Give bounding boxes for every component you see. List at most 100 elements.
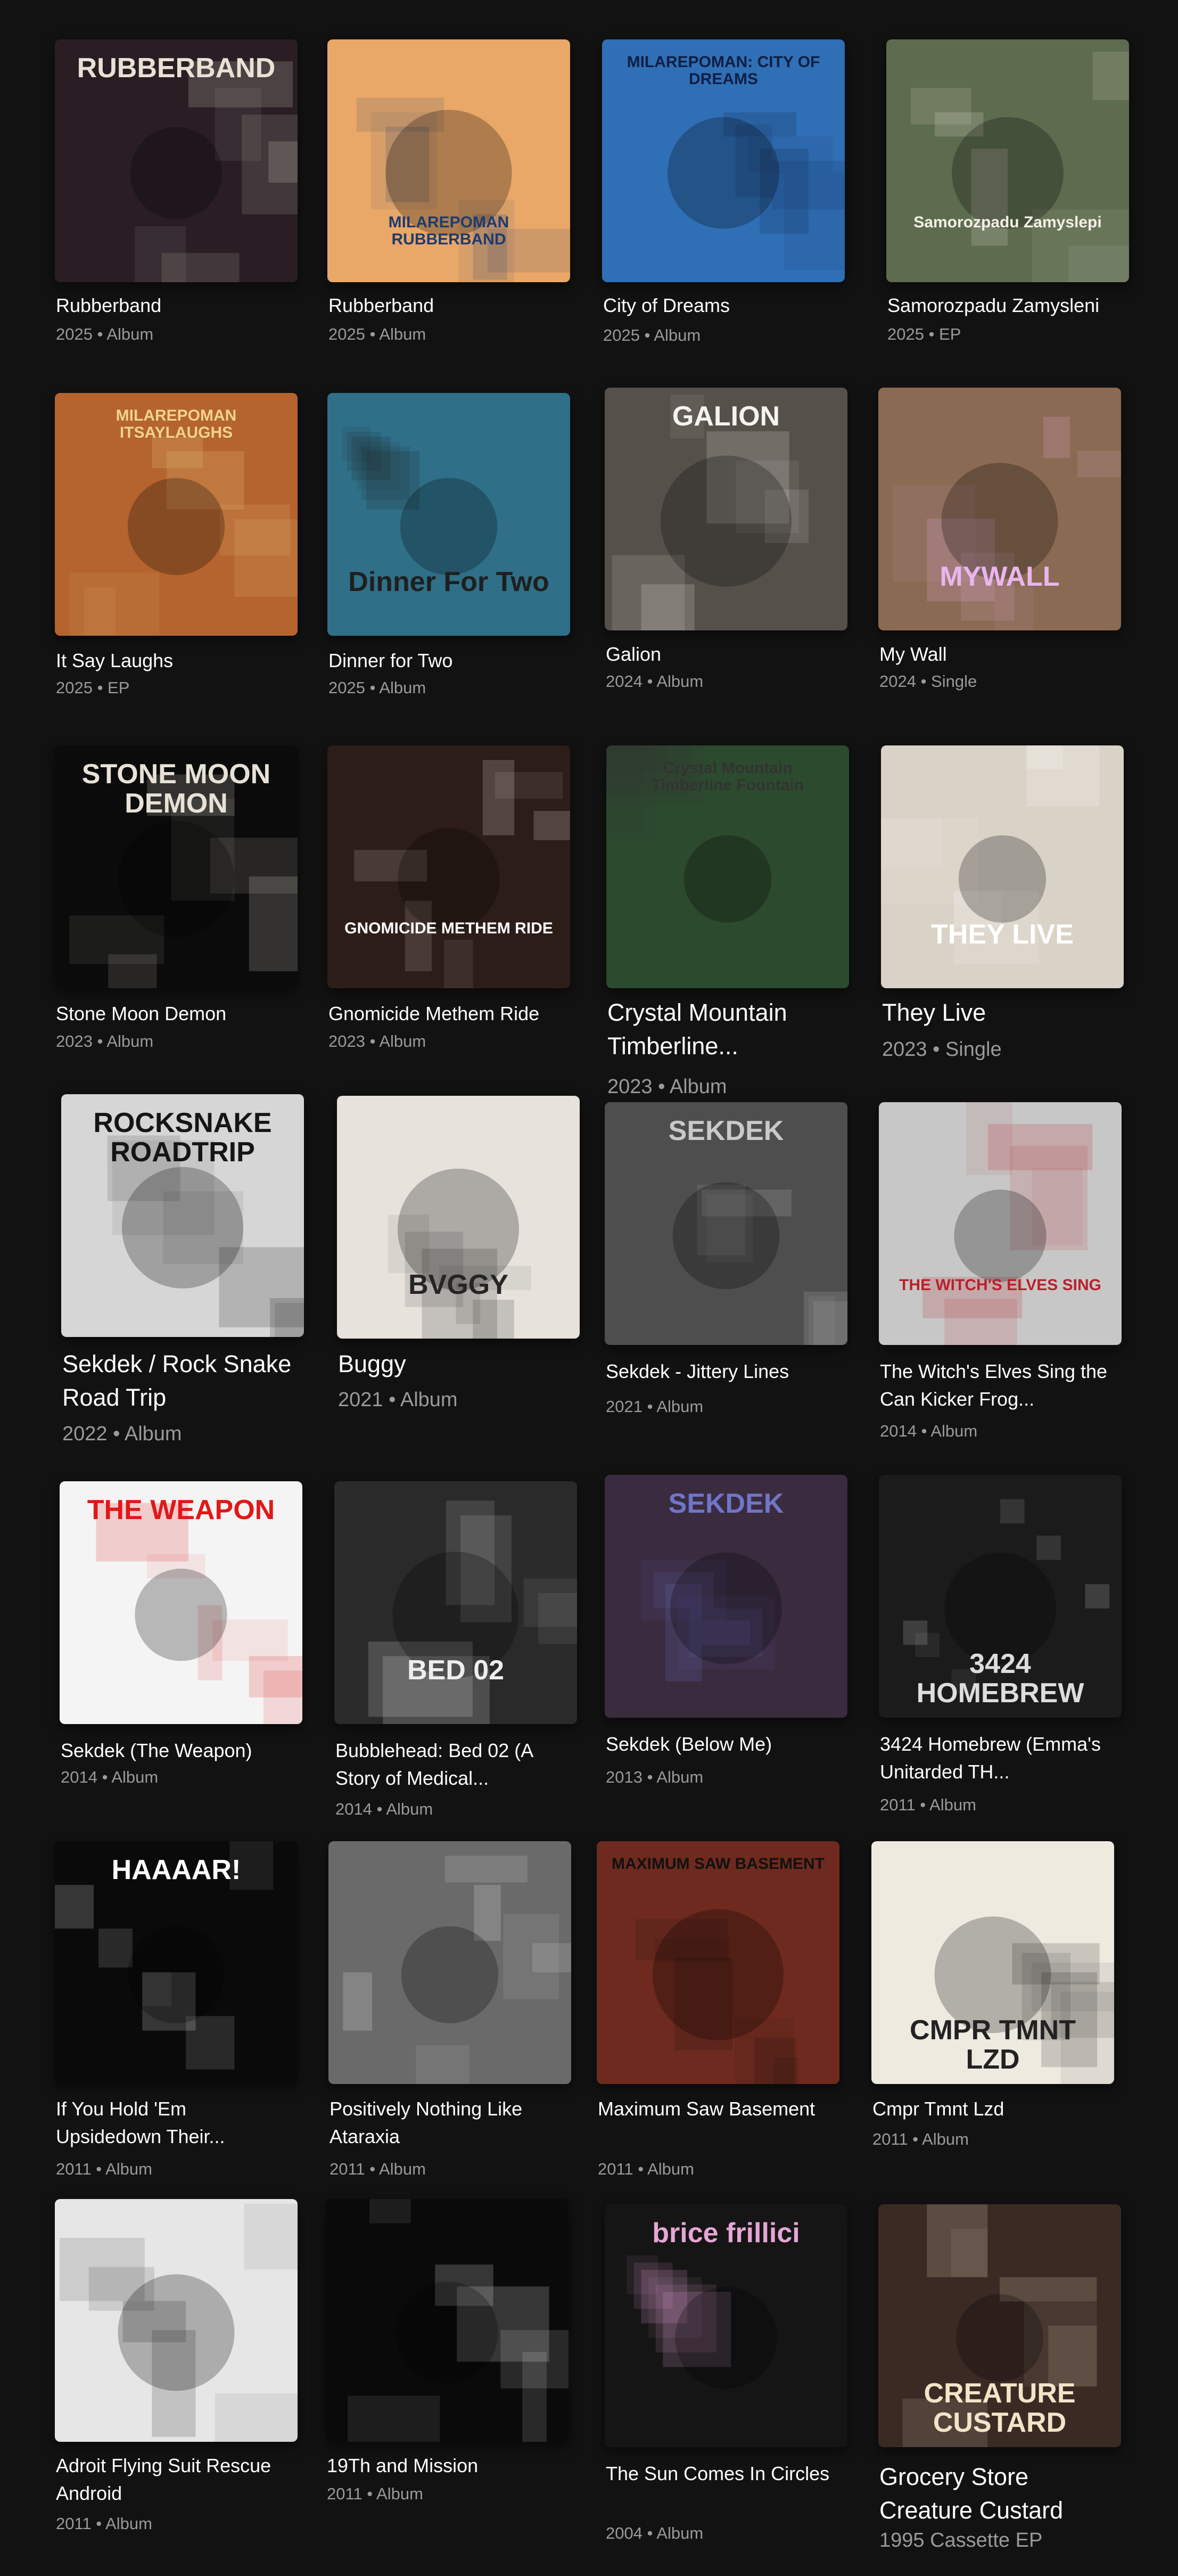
- cover-art: [354, 760, 570, 988]
- album-meta: 2022 • Album: [62, 1423, 182, 1445]
- album-cover[interactable]: BED 02: [334, 1481, 577, 1724]
- album-cover[interactable]: THEY LIVE: [881, 745, 1124, 988]
- cover-lettering: Samorozpadu Zamyslepi: [913, 214, 1102, 232]
- album-meta: 2025 • Album: [328, 325, 426, 343]
- album-title[interactable]: It Say Laughs: [56, 647, 293, 675]
- album-title[interactable]: City of Dreams: [603, 292, 841, 319]
- cover-lettering: GNOMICIDE METHEM RIDE: [344, 920, 553, 938]
- album-cover[interactable]: Samorozpadu Zamyslepi: [886, 39, 1129, 282]
- album-cover[interactable]: HAAAAR!: [55, 1841, 298, 2084]
- album-title[interactable]: My Wall: [879, 641, 1117, 668]
- album-cover[interactable]: GNOMICIDE METHEM RIDE: [327, 745, 570, 988]
- album-cover[interactable]: GALION: [605, 388, 847, 630]
- album-title[interactable]: Rubberband: [56, 292, 293, 319]
- album-title[interactable]: Stone Moon Demon: [56, 1000, 293, 1028]
- album-meta: 2023 • Single: [882, 1038, 1002, 1061]
- album-cover[interactable]: CREATURE CUSTARD: [878, 2204, 1121, 2447]
- album-cover[interactable]: ROCKSNAKE ROADTRIP: [61, 1094, 304, 1337]
- album-title[interactable]: Rubberband: [328, 292, 566, 319]
- album-cover[interactable]: Dinner For Two: [327, 393, 570, 636]
- cover-lettering: THEY LIVE: [931, 919, 1074, 950]
- album-grid: RUBBERBAND Rubberband 2025 • Album MILAREPO…: [0, 0, 1178, 2576]
- album-title[interactable]: Bubblehead: Bed 02 (A Story of Medical..…: [335, 1737, 573, 1792]
- cover-art: [922, 1102, 1093, 1345]
- album-title[interactable]: If You Hold 'Em Upsidedown Their...: [56, 2095, 293, 2151]
- cover-art: [893, 416, 1121, 630]
- album-title[interactable]: Sekdek (Below Me): [606, 1730, 843, 1758]
- cover-lettering: BED 02: [407, 1655, 505, 1686]
- cover-lettering: THE WEAPON: [87, 1495, 275, 1526]
- album-cover[interactable]: SEKDEK: [605, 1475, 847, 1718]
- album-title[interactable]: Buggy: [338, 1347, 575, 1381]
- album-cover[interactable]: brice frillici: [605, 2204, 847, 2447]
- album-cover[interactable]: MILAREPOMAN: CITY OF DREAMS: [602, 39, 845, 282]
- album-title[interactable]: Sekdek - Jittery Lines: [606, 1358, 843, 1385]
- album-title[interactable]: They Live: [882, 996, 1119, 1029]
- album-title[interactable]: Maximum Saw Basement: [598, 2095, 835, 2123]
- cover-lettering: THE WITCH'S ELVES SING: [899, 1276, 1101, 1294]
- album-cover[interactable]: RUBBERBAND: [55, 39, 298, 282]
- album-title[interactable]: The Sun Comes In Circles: [606, 2460, 843, 2488]
- album-meta: 2023 • Album: [328, 1032, 426, 1051]
- album-cover[interactable]: STONE MOON DEMON: [55, 745, 298, 988]
- album-cover[interactable]: BVGGY: [337, 1096, 580, 1339]
- cover-lettering: SEKDEK: [668, 1488, 784, 1520]
- album-meta: 2024 • Single: [879, 672, 977, 691]
- album-meta: 2011 • Album: [598, 2160, 694, 2178]
- album-cover[interactable]: [328, 1841, 571, 2084]
- album-cover[interactable]: THE WEAPON: [60, 1481, 302, 1724]
- album-meta: 2025 • Album: [603, 326, 701, 344]
- album-meta: 2021 • Album: [338, 1389, 458, 1411]
- cover-lettering: GALION: [672, 401, 780, 432]
- album-cover[interactable]: [326, 2199, 569, 2442]
- album-title[interactable]: Cmpr Tmnt Lzd: [872, 2095, 1110, 2123]
- cover-art: [343, 1856, 571, 2084]
- cover-lettering: CMPR TMNT LZD: [910, 2015, 1076, 2075]
- cover-art: [881, 745, 1100, 964]
- cover-lettering: STONE MOON DEMON: [81, 759, 271, 819]
- cover-lettering: MYWALL: [940, 561, 1060, 593]
- album-cover[interactable]: MYWALL: [878, 388, 1121, 630]
- album-cover[interactable]: [55, 2199, 298, 2442]
- album-cover[interactable]: CMPR TMNT LZD: [871, 1841, 1114, 2084]
- cover-lettering: brice frillici: [652, 2218, 800, 2249]
- album-title[interactable]: Positively Nothing Like Ataraxia: [329, 2095, 567, 2151]
- album-title[interactable]: Adroit Flying Suit Rescue Android: [56, 2452, 293, 2507]
- album-meta: 2025 • EP: [56, 678, 130, 697]
- cover-art: [368, 1500, 577, 1724]
- album-title[interactable]: The Witch's Elves Sing the Can Kicker Fr…: [880, 1358, 1117, 1413]
- cover-lettering: RUBBERBAND: [77, 53, 276, 84]
- album-cover[interactable]: Crystal Mountain Timberline Fountain: [606, 745, 849, 988]
- album-meta: 2023 • Album: [607, 1076, 727, 1098]
- album-meta: 2024 • Album: [606, 672, 704, 691]
- album-cover[interactable]: MAXIMUM SAW BASEMENT: [597, 1841, 839, 2084]
- album-title[interactable]: Sekdek (The Weapon): [61, 1737, 298, 1765]
- cover-lettering: Crystal Mountain Timberline Fountain: [651, 759, 804, 794]
- album-title[interactable]: Dinner for Two: [328, 647, 566, 675]
- cover-art: [910, 51, 1129, 282]
- cover-lettering: 3424 HOMEBREW: [916, 1648, 1084, 1709]
- album-title[interactable]: 3424 Homebrew (Emma's Unitarded TH...: [880, 1730, 1117, 1786]
- cover-art: [60, 2204, 298, 2442]
- album-cover[interactable]: MILAREPOMAN RUBBERBAND: [327, 39, 570, 282]
- album-cover[interactable]: 3424 HOMEBREW: [879, 1475, 1122, 1718]
- album-meta: 2011 • Album: [880, 1795, 976, 1814]
- cover-lettering: MAXIMUM SAW BASEMENT: [612, 1855, 825, 1873]
- album-title[interactable]: Gnomicide Methem Ride: [328, 1000, 566, 1028]
- album-title[interactable]: 19Th and Mission: [327, 2452, 564, 2480]
- album-title[interactable]: Crystal Mountain Timberline...: [607, 996, 845, 1063]
- album-title[interactable]: Samorozpadu Zamysleni: [887, 292, 1125, 319]
- cover-lettering: MILAREPOMAN ITSAYLAUGHS: [116, 407, 237, 441]
- album-cover[interactable]: THE WITCH'S ELVES SING: [879, 1102, 1122, 1345]
- album-meta: 2014 • Album: [880, 1422, 978, 1440]
- album-title[interactable]: Grocery Store Creature Custard: [879, 2460, 1117, 2527]
- album-title[interactable]: Galion: [606, 641, 843, 668]
- album-title[interactable]: Sekdek / Rock Snake Road Trip: [62, 1347, 300, 1414]
- cover-lettering: CREATURE CUSTARD: [924, 2378, 1076, 2438]
- album-cover[interactable]: SEKDEK: [605, 1102, 847, 1345]
- album-meta: 1995 Cassette EP: [879, 2529, 1043, 2552]
- album-meta: 2023 • Album: [56, 1032, 154, 1051]
- cover-lettering: MILAREPOMAN RUBBERBAND: [388, 214, 509, 248]
- cover-art: [342, 426, 498, 575]
- album-cover[interactable]: MILAREPOMAN ITSAYLAUGHS: [55, 393, 298, 636]
